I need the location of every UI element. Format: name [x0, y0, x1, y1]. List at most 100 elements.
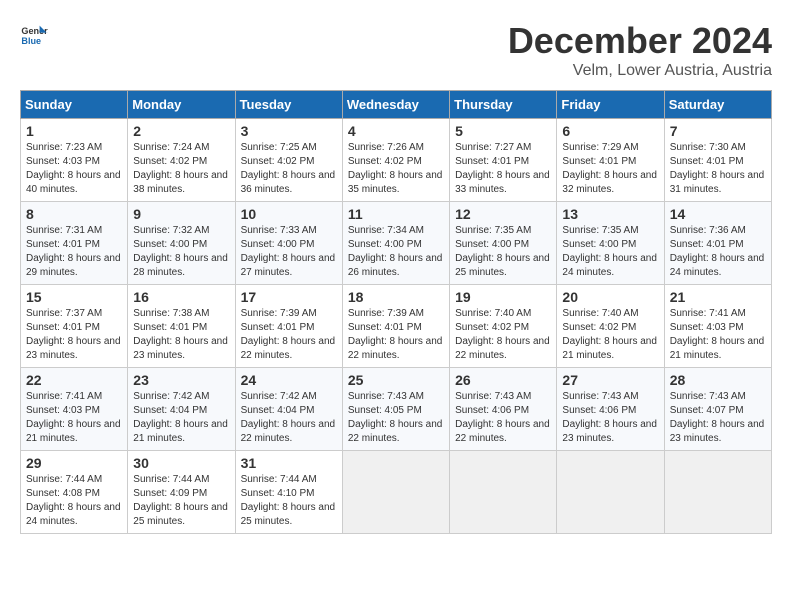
- day-info: Sunrise: 7:34 AMSunset: 4:00 PMDaylight:…: [348, 225, 443, 278]
- day-cell: 22 Sunrise: 7:41 AMSunset: 4:03 PMDayligh…: [21, 368, 128, 451]
- day-cell: [664, 451, 771, 534]
- day-cell: 28 Sunrise: 7:43 AMSunset: 4:07 PMDayligh…: [664, 368, 771, 451]
- day-info: Sunrise: 7:43 AMSunset: 4:06 PMDaylight:…: [455, 391, 550, 444]
- day-header-sunday: Sunday: [21, 91, 128, 119]
- day-number: 8: [26, 206, 122, 222]
- day-number: 12: [455, 206, 551, 222]
- day-cell: 26 Sunrise: 7:43 AMSunset: 4:06 PMDayligh…: [450, 368, 557, 451]
- day-info: Sunrise: 7:37 AMSunset: 4:01 PMDaylight:…: [26, 308, 121, 361]
- day-cell: 6 Sunrise: 7:29 AMSunset: 4:01 PMDaylight…: [557, 119, 664, 202]
- day-cell: 10 Sunrise: 7:33 AMSunset: 4:00 PMDayligh…: [235, 202, 342, 285]
- day-cell: 31Sunrise: 7:44 AMSunset: 4:10 PMDayligh…: [235, 451, 342, 534]
- day-info: Sunrise: 7:29 AMSunset: 4:01 PMDaylight:…: [562, 142, 657, 195]
- day-number: 29: [26, 455, 122, 471]
- title-area: December 2024 Velm, Lower Austria, Austr…: [508, 20, 772, 80]
- day-cell: 4Sunrise: 7:26 AMSunset: 4:02 PMDaylight…: [342, 119, 449, 202]
- location-title: Velm, Lower Austria, Austria: [508, 62, 772, 80]
- day-header-saturday: Saturday: [664, 91, 771, 119]
- day-info: Sunrise: 7:23 AMSunset: 4:03 PMDaylight:…: [26, 142, 121, 195]
- calendar-header-row: SundayMondayTuesdayWednesdayThursdayFrid…: [21, 91, 772, 119]
- day-info: Sunrise: 7:38 AMSunset: 4:01 PMDaylight:…: [133, 308, 228, 361]
- day-cell: 30 Sunrise: 7:44 AMSunset: 4:09 PMDayligh…: [128, 451, 235, 534]
- day-number: 26: [455, 372, 551, 388]
- day-cell: 2Sunrise: 7:24 AMSunset: 4:02 PMDaylight…: [128, 119, 235, 202]
- day-cell: [342, 451, 449, 534]
- day-number: 6: [562, 123, 658, 139]
- day-cell: 8 Sunrise: 7:31 AMSunset: 4:01 PMDaylight…: [21, 202, 128, 285]
- day-number: 13: [562, 206, 658, 222]
- calendar-body: 1 Sunrise: 7:23 AMSunset: 4:03 PMDaylight…: [21, 119, 772, 534]
- day-info: Sunrise: 7:40 AMSunset: 4:02 PMDaylight:…: [455, 308, 550, 361]
- day-info: Sunrise: 7:30 AMSunset: 4:01 PMDaylight:…: [670, 142, 765, 195]
- day-info: Sunrise: 7:43 AMSunset: 4:07 PMDaylight:…: [670, 391, 765, 444]
- day-number: 17: [241, 289, 337, 305]
- day-number: 23: [133, 372, 229, 388]
- day-number: 1: [26, 123, 122, 139]
- logo-icon: General Blue: [20, 20, 48, 48]
- day-info: Sunrise: 7:43 AMSunset: 4:06 PMDaylight:…: [562, 391, 657, 444]
- day-cell: [450, 451, 557, 534]
- day-number: 10: [241, 206, 337, 222]
- day-number: 27: [562, 372, 658, 388]
- day-info: Sunrise: 7:42 AMSunset: 4:04 PMDaylight:…: [133, 391, 228, 444]
- day-info: Sunrise: 7:26 AMSunset: 4:02 PMDaylight:…: [348, 142, 443, 195]
- day-number: 14: [670, 206, 766, 222]
- day-cell: [557, 451, 664, 534]
- day-number: 3: [241, 123, 337, 139]
- day-info: Sunrise: 7:31 AMSunset: 4:01 PMDaylight:…: [26, 225, 121, 278]
- week-row-3: 22 Sunrise: 7:41 AMSunset: 4:03 PMDayligh…: [21, 368, 772, 451]
- day-info: Sunrise: 7:40 AMSunset: 4:02 PMDaylight:…: [562, 308, 657, 361]
- day-cell: 17Sunrise: 7:39 AMSunset: 4:01 PMDayligh…: [235, 285, 342, 368]
- day-number: 20: [562, 289, 658, 305]
- day-info: Sunrise: 7:41 AMSunset: 4:03 PMDaylight:…: [26, 391, 121, 444]
- day-info: Sunrise: 7:44 AMSunset: 4:09 PMDaylight:…: [133, 474, 228, 527]
- day-number: 24: [241, 372, 337, 388]
- header: General Blue December 2024 Velm, Lower A…: [20, 20, 772, 80]
- day-info: Sunrise: 7:33 AMSunset: 4:00 PMDaylight:…: [241, 225, 336, 278]
- day-number: 16: [133, 289, 229, 305]
- day-header-wednesday: Wednesday: [342, 91, 449, 119]
- day-cell: 7 Sunrise: 7:30 AMSunset: 4:01 PMDaylight…: [664, 119, 771, 202]
- day-number: 2: [133, 123, 229, 139]
- day-cell: 20 Sunrise: 7:40 AMSunset: 4:02 PMDayligh…: [557, 285, 664, 368]
- day-cell: 21Sunrise: 7:41 AMSunset: 4:03 PMDayligh…: [664, 285, 771, 368]
- svg-text:Blue: Blue: [21, 36, 41, 46]
- month-title: December 2024: [508, 20, 772, 62]
- day-info: Sunrise: 7:44 AMSunset: 4:10 PMDaylight:…: [241, 474, 336, 527]
- day-number: 19: [455, 289, 551, 305]
- day-cell: 25 Sunrise: 7:43 AMSunset: 4:05 PMDayligh…: [342, 368, 449, 451]
- day-number: 5: [455, 123, 551, 139]
- day-cell: 5 Sunrise: 7:27 AMSunset: 4:01 PMDaylight…: [450, 119, 557, 202]
- day-info: Sunrise: 7:43 AMSunset: 4:05 PMDaylight:…: [348, 391, 443, 444]
- day-number: 25: [348, 372, 444, 388]
- day-cell: 1 Sunrise: 7:23 AMSunset: 4:03 PMDaylight…: [21, 119, 128, 202]
- day-number: 18: [348, 289, 444, 305]
- day-number: 21: [670, 289, 766, 305]
- day-number: 9: [133, 206, 229, 222]
- day-header-friday: Friday: [557, 91, 664, 119]
- day-number: 28: [670, 372, 766, 388]
- day-cell: 14 Sunrise: 7:36 AMSunset: 4:01 PMDayligh…: [664, 202, 771, 285]
- day-info: Sunrise: 7:44 AMSunset: 4:08 PMDaylight:…: [26, 474, 121, 527]
- week-row-0: 1 Sunrise: 7:23 AMSunset: 4:03 PMDaylight…: [21, 119, 772, 202]
- calendar-table: SundayMondayTuesdayWednesdayThursdayFrid…: [20, 90, 772, 534]
- week-row-4: 29 Sunrise: 7:44 AMSunset: 4:08 PMDayligh…: [21, 451, 772, 534]
- day-cell: 9Sunrise: 7:32 AMSunset: 4:00 PMDaylight…: [128, 202, 235, 285]
- day-number: 30: [133, 455, 229, 471]
- day-number: 7: [670, 123, 766, 139]
- day-info: Sunrise: 7:25 AMSunset: 4:02 PMDaylight:…: [241, 142, 336, 195]
- day-info: Sunrise: 7:27 AMSunset: 4:01 PMDaylight:…: [455, 142, 550, 195]
- day-cell: 19 Sunrise: 7:40 AMSunset: 4:02 PMDayligh…: [450, 285, 557, 368]
- day-number: 22: [26, 372, 122, 388]
- day-number: 15: [26, 289, 122, 305]
- day-header-thursday: Thursday: [450, 91, 557, 119]
- day-number: 11: [348, 206, 444, 222]
- day-info: Sunrise: 7:35 AMSunset: 4:00 PMDaylight:…: [455, 225, 550, 278]
- day-cell: 18Sunrise: 7:39 AMSunset: 4:01 PMDayligh…: [342, 285, 449, 368]
- week-row-1: 8 Sunrise: 7:31 AMSunset: 4:01 PMDaylight…: [21, 202, 772, 285]
- day-cell: 12 Sunrise: 7:35 AMSunset: 4:00 PMDayligh…: [450, 202, 557, 285]
- day-cell: 3 Sunrise: 7:25 AMSunset: 4:02 PMDaylight…: [235, 119, 342, 202]
- day-info: Sunrise: 7:42 AMSunset: 4:04 PMDaylight:…: [241, 391, 336, 444]
- day-cell: 16 Sunrise: 7:38 AMSunset: 4:01 PMDayligh…: [128, 285, 235, 368]
- day-info: Sunrise: 7:36 AMSunset: 4:01 PMDaylight:…: [670, 225, 765, 278]
